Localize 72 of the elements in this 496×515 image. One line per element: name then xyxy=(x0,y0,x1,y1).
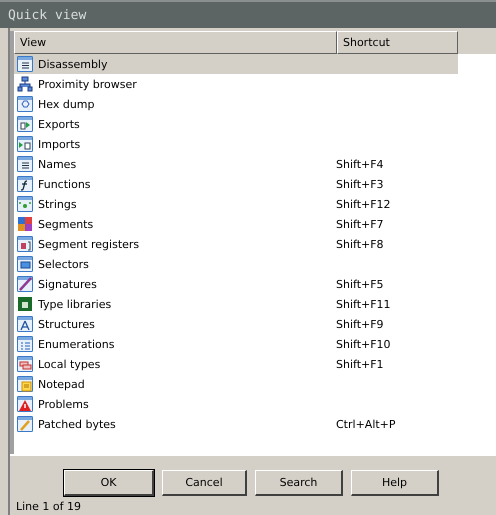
list-row[interactable]: Selectors xyxy=(14,254,458,274)
shapes-icon xyxy=(16,355,34,373)
view-name: Patched bytes xyxy=(38,418,117,430)
view-name: Disassembly xyxy=(38,58,108,70)
view-name: Names xyxy=(38,158,78,170)
dialog-button[interactable]: Cancel xyxy=(162,470,247,496)
list-row[interactable]: Signatures Shift+F5 xyxy=(14,274,458,294)
bullet-list-icon xyxy=(16,335,34,353)
shortcut-text: Shift+F1 xyxy=(336,358,384,370)
view-name: Hex dump xyxy=(38,98,96,110)
pen-icon xyxy=(16,275,34,293)
warning-icon xyxy=(16,395,34,413)
list-row[interactable]: Exports xyxy=(14,114,458,134)
list-row[interactable]: Problems xyxy=(14,394,458,414)
view-name: Segment registers xyxy=(38,238,140,250)
list-row[interactable]: Segments Shift+F7 xyxy=(14,214,458,234)
list-row[interactable]: Names Shift+F4 xyxy=(14,154,458,174)
shortcut-text: Shift+F9 xyxy=(336,318,384,330)
book-icon xyxy=(16,295,34,313)
column-header[interactable]: View xyxy=(14,31,337,54)
shortcut-text: Shift+F3 xyxy=(336,178,384,190)
note-icon xyxy=(16,375,34,393)
list-icon xyxy=(16,155,34,173)
dialog-button[interactable]: Search xyxy=(255,470,343,496)
list-row[interactable]: Patched bytes Ctrl+Alt+P xyxy=(14,414,458,434)
list-row[interactable]: Type libraries Shift+F11 xyxy=(14,294,458,314)
shortcut-text: Ctrl+Alt+P xyxy=(336,418,396,430)
list-row[interactable]: Structures Shift+F9 xyxy=(14,314,458,334)
segments-icon xyxy=(16,215,34,233)
shortcut-text: Shift+F11 xyxy=(336,298,391,310)
view-name: Signatures xyxy=(38,278,98,290)
list-row[interactable]: Notepad xyxy=(14,374,458,394)
list-row[interactable]: Hex dump xyxy=(14,94,458,114)
shortcut-text: Shift+F4 xyxy=(336,158,384,170)
list-row[interactable]: Disassembly xyxy=(14,54,458,74)
list-row[interactable]: Functions Shift+F3 xyxy=(14,174,458,194)
list-row[interactable]: Local types Shift+F1 xyxy=(14,354,458,374)
shortcut-text: Shift+F12 xyxy=(336,198,391,210)
list-row[interactable]: Proximity browser xyxy=(14,74,458,94)
view-name: Segments xyxy=(38,218,94,230)
list-icon xyxy=(16,55,34,73)
view-name: Exports xyxy=(38,118,81,130)
pencil-icon xyxy=(16,415,34,433)
view-name: Proximity browser xyxy=(38,78,138,90)
list-row[interactable]: Segment registers Shift+F8 xyxy=(14,234,458,254)
window-title: Quick view xyxy=(8,8,86,22)
column-header[interactable]: Shortcut xyxy=(337,31,458,54)
list-row[interactable]: Enumerations Shift+F10 xyxy=(14,334,458,354)
hierarchy-icon xyxy=(16,75,34,93)
dialog-button[interactable]: Help xyxy=(351,470,439,496)
shortcut-text: Shift+F10 xyxy=(336,338,391,350)
view-name: Notepad xyxy=(38,378,86,390)
import-icon xyxy=(16,135,34,153)
export-icon xyxy=(16,115,34,133)
dialog-button[interactable]: OK xyxy=(64,470,154,496)
view-name: Selectors xyxy=(38,258,90,270)
list-row[interactable]: Strings Shift+F12 xyxy=(14,194,458,214)
register-icon xyxy=(16,235,34,253)
view-name: Enumerations xyxy=(38,338,116,350)
view-name: Type libraries xyxy=(38,298,112,310)
function-icon xyxy=(16,175,34,193)
view-name: Structures xyxy=(38,318,96,330)
view-name: Functions xyxy=(38,178,92,190)
shortcut-text: Shift+F8 xyxy=(336,238,384,250)
list-row[interactable]: Imports xyxy=(14,134,458,154)
shortcut-text: Shift+F5 xyxy=(336,278,384,290)
view-name: Problems xyxy=(38,398,90,410)
view-name: Strings xyxy=(38,198,78,210)
status-text: Line 1 of 19 xyxy=(15,499,82,513)
shortcut-text: Shift+F7 xyxy=(336,218,384,230)
view-name: Local types xyxy=(38,358,102,370)
view-name: Imports xyxy=(38,138,82,150)
